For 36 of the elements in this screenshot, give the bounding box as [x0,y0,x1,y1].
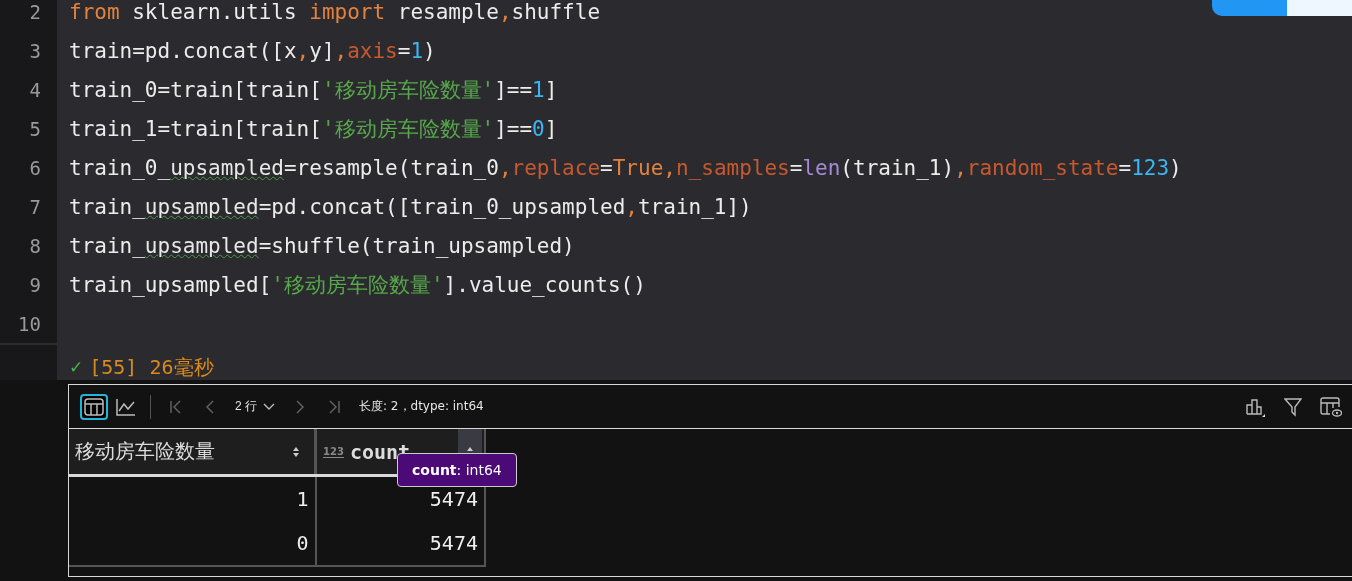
line-number: 4 [0,70,57,109]
tooltip: count: int64 [397,453,517,487]
series-info: 长度: 2，dtype: int64 [359,398,484,415]
line-number: 2 [0,0,57,31]
gutter-background [0,345,57,380]
code-line: train_upsampled=shuffle(train_upsampled) [69,233,575,258]
line-number: 10 [0,304,57,343]
code-line: train_upsampled=pd.concat([train_0_upsampled,train_1]) [69,194,752,219]
first-page-icon[interactable] [169,398,183,415]
check-icon: ✓ [69,357,84,377]
table-cell: 0 [69,521,316,566]
type-label: 123 [323,445,344,458]
table-cell: 5474 [315,521,485,566]
execution-time: [55] 26毫秒 [89,353,214,380]
bar-chart-icon[interactable] [1246,396,1266,417]
table-view-button[interactable] [80,393,108,420]
table-cell: 1 [69,475,316,521]
column-header[interactable]: 移动房车险数量 [69,429,316,476]
code-line: train_0=train[train['移动房车险数量']==1] [69,76,558,104]
rows-dropdown[interactable]: 2 行 [235,398,275,415]
code-line: train_0_upsampled=resample(train_0,replace=True,n_samples=len(train_1),random_state=123) [69,155,1182,180]
line-number: 3 [0,31,57,70]
filter-icon[interactable] [1284,396,1302,417]
code-line: train_upsampled['移动房车险数量'].value_counts() [69,271,646,299]
line-number: 6 [0,148,57,187]
line-number: 8 [0,226,57,265]
line-number: 7 [0,187,57,226]
chevron-down-icon [263,402,275,411]
line-number: 5 [0,109,57,148]
last-page-icon[interactable] [327,398,341,415]
code-line: train_1=train[train['移动房车险数量']==0] [69,115,558,143]
code-line: from sklearn.utils import resample,shuffle [69,0,601,24]
code-line: train=pd.concat([x,y],axis=1) [69,38,436,63]
line-number: 9 [0,265,57,304]
sort-icon[interactable] [292,445,300,458]
table-visibility-icon[interactable] [1320,396,1342,417]
